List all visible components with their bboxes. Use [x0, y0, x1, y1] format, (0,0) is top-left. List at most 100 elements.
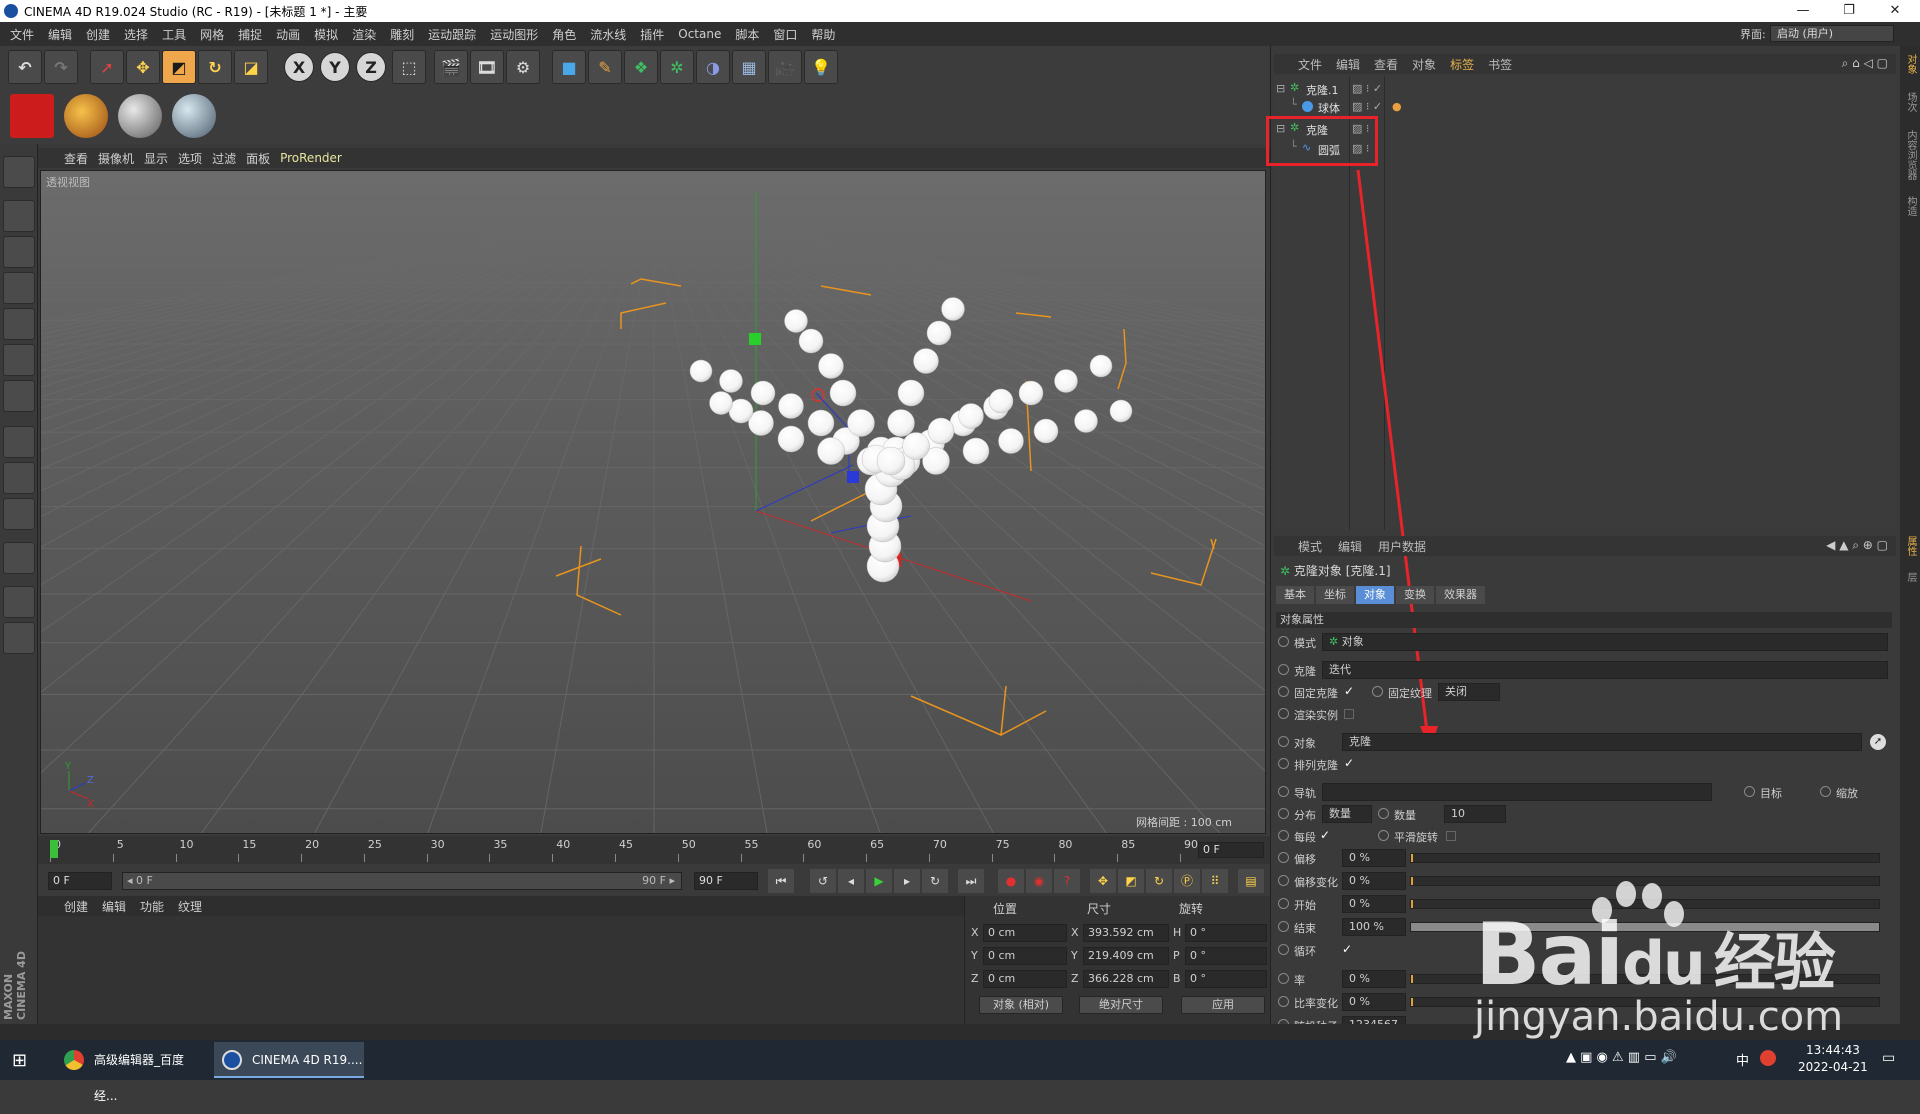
start-frame-field[interactable]: 0 F — [48, 872, 112, 890]
render-settings-icon[interactable]: ⚙ — [506, 50, 540, 84]
offset-variation-field[interactable]: 0 % — [1342, 872, 1406, 890]
material-menu-create[interactable]: 创建 — [64, 898, 88, 915]
windows-start-icon[interactable]: ⊞ — [12, 1050, 32, 1071]
tab-basic[interactable]: 基本 — [1276, 586, 1314, 604]
end-field[interactable]: 100 % — [1342, 918, 1406, 936]
planar-workplane-icon[interactable] — [3, 622, 35, 654]
distribution-dropdown[interactable]: 数量 — [1322, 805, 1372, 823]
menu-edit[interactable]: 编辑 — [48, 26, 72, 43]
redo-icon[interactable]: ↷ — [44, 50, 78, 84]
coordinate-mode-dropdown[interactable]: 对象 (相对) — [979, 996, 1063, 1014]
play-icon[interactable]: ▶ — [866, 869, 892, 893]
material-tag-icon[interactable]: ● — [1392, 100, 1402, 113]
key-scale-icon[interactable]: ◩ — [1118, 869, 1144, 893]
deformer-icon[interactable]: ◑ — [696, 50, 730, 84]
side-tab-takes[interactable]: 场次 — [1902, 92, 1918, 112]
rot-h-field[interactable]: 0 ° — [1185, 924, 1267, 942]
live-select-icon[interactable]: ➚ — [90, 50, 124, 84]
object-row-sphere[interactable]: └ 球体 ▨ ⁝ ✓ ● — [1274, 98, 1896, 116]
record-keys-icon[interactable]: ● — [998, 869, 1024, 893]
om-nav-icons[interactable]: ⌕ ⌂ ◁ ▢ — [1842, 56, 1888, 71]
recent-tool-icon[interactable]: ◪ — [234, 50, 268, 84]
key-parameter-icon[interactable]: Ⓟ — [1174, 869, 1200, 893]
y-axis-lock-button[interactable]: Y — [320, 52, 350, 82]
rail-link-field[interactable] — [1322, 783, 1712, 801]
menu-animate[interactable]: 动画 — [276, 26, 300, 43]
ime-indicator[interactable]: 中 — [1736, 1050, 1749, 1069]
current-frame-field[interactable]: 0 F — [1198, 842, 1264, 858]
subdivision-icon[interactable]: ❖ — [624, 50, 658, 84]
menu-tools[interactable]: 工具 — [162, 26, 186, 43]
menu-character[interactable]: 角色 — [552, 26, 576, 43]
cloner-icon[interactable]: ✲ — [660, 50, 694, 84]
per-segment-checkbox[interactable]: ✓ — [1320, 829, 1332, 841]
viewport-menu-display[interactable]: 显示 — [144, 150, 168, 167]
octane-light-icon[interactable] — [64, 94, 108, 138]
om-menu-file[interactable]: 文件 — [1298, 56, 1322, 73]
autokey-icon[interactable]: ◉ — [1026, 869, 1052, 893]
pos-y-field[interactable]: 0 cm — [983, 947, 1067, 965]
key-rotation-icon[interactable]: ↻ — [1146, 869, 1172, 893]
playhead[interactable] — [50, 840, 58, 858]
am-menu-edit[interactable]: 编辑 — [1338, 538, 1362, 555]
polygons-mode-icon[interactable] — [3, 380, 35, 412]
magnet-icon[interactable] — [3, 542, 35, 574]
rot-p-field[interactable]: 0 ° — [1185, 947, 1267, 965]
layout-dropdown[interactable]: 启动 (用户) — [1770, 25, 1894, 42]
tab-transform[interactable]: 变换 — [1396, 586, 1434, 604]
taskbar-chrome[interactable]: 高级编辑器_百度经... — [56, 1042, 206, 1103]
maximize-button[interactable]: ❐ — [1826, 0, 1872, 22]
smooth-rotation-checkbox[interactable] — [1446, 831, 1456, 841]
tab-effectors[interactable]: 效果器 — [1436, 586, 1485, 604]
axis-mode-icon[interactable] — [3, 426, 35, 458]
notification-icon[interactable]: ▭ — [1882, 1050, 1895, 1066]
tweak-mode-icon[interactable] — [3, 462, 35, 494]
go-to-end-icon[interactable]: ⏭ — [958, 869, 984, 893]
om-menu-objects[interactable]: 对象 — [1412, 56, 1436, 73]
timeline-ruler[interactable]: 051015202530354045505560657075808590 0 F — [38, 836, 1270, 864]
side-tab-objects[interactable]: 对象 — [1902, 54, 1918, 74]
tab-object[interactable]: 对象 — [1356, 586, 1394, 604]
range-slider[interactable]: ◂ 0 F 90 F ▸ — [122, 872, 682, 890]
move-icon[interactable]: ✥ — [126, 50, 160, 84]
render-view-icon[interactable]: 🎬 — [434, 50, 468, 84]
octane-material-icon[interactable] — [118, 94, 162, 138]
start-field[interactable]: 0 % — [1342, 895, 1406, 913]
rate-field[interactable]: 0 % — [1342, 970, 1406, 988]
timeline-window-icon[interactable]: ▤ — [1238, 869, 1264, 893]
cube-icon[interactable]: ■ — [552, 50, 586, 84]
menu-octane[interactable]: Octane — [678, 27, 721, 41]
visibility-toggle-icon[interactable]: ▨ ⁝ ✓ — [1352, 100, 1382, 113]
menu-create[interactable]: 创建 — [86, 26, 110, 43]
viewport-menu-camera[interactable]: 摄像机 — [98, 150, 134, 167]
edges-mode-icon[interactable] — [3, 344, 35, 376]
rate-variation-field[interactable]: 0 % — [1342, 993, 1406, 1011]
om-menu-tags[interactable]: 标签 — [1450, 56, 1474, 73]
taskbar-cinema4d[interactable]: CINEMA 4D R19.... — [214, 1042, 364, 1078]
workplane-icon[interactable] — [3, 272, 35, 304]
om-menu-view[interactable]: 查看 — [1374, 56, 1398, 73]
perspective-viewport[interactable]: Y Z X ✥ ⇣ ⟲ ⬚ — [40, 170, 1266, 834]
go-to-start-icon[interactable]: ⏮ — [768, 869, 794, 893]
arrange-clones-checkbox[interactable]: ✓ — [1344, 757, 1356, 769]
snap-icon[interactable] — [3, 498, 35, 530]
side-tab-attributes[interactable]: 属性 — [1902, 536, 1918, 556]
count-field[interactable]: 10 — [1444, 805, 1506, 823]
pos-x-field[interactable]: 0 cm — [983, 924, 1067, 942]
octane-glossy-icon[interactable] — [172, 94, 216, 138]
apply-button[interactable]: 应用 — [1181, 996, 1265, 1014]
z-axis-lock-button[interactable]: Z — [356, 52, 386, 82]
next-key-icon[interactable]: ↻ — [922, 869, 948, 893]
size-x-field[interactable]: 393.592 cm — [1083, 924, 1169, 942]
viewport-menu-options[interactable]: 选项 — [178, 150, 202, 167]
next-frame-icon[interactable]: ▸ — [894, 869, 920, 893]
offset-field[interactable]: 0 % — [1342, 849, 1406, 867]
menu-mesh[interactable]: 网格 — [200, 26, 224, 43]
close-button[interactable]: ✕ — [1872, 0, 1918, 22]
previous-frame-icon[interactable]: ◂ — [838, 869, 864, 893]
loop-checkbox[interactable]: ✓ — [1342, 943, 1354, 955]
key-position-icon[interactable]: ✥ — [1090, 869, 1116, 893]
pick-object-icon[interactable]: ➚ — [1870, 734, 1886, 750]
side-tab-layers[interactable]: 层 — [1902, 572, 1918, 582]
side-tab-structure[interactable]: 构造 — [1902, 196, 1918, 216]
